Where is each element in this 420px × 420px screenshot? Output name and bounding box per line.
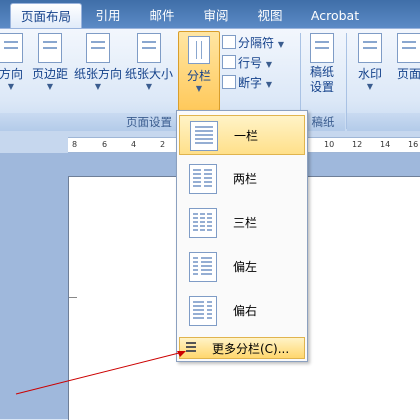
annotation-arrow <box>15 351 186 395</box>
